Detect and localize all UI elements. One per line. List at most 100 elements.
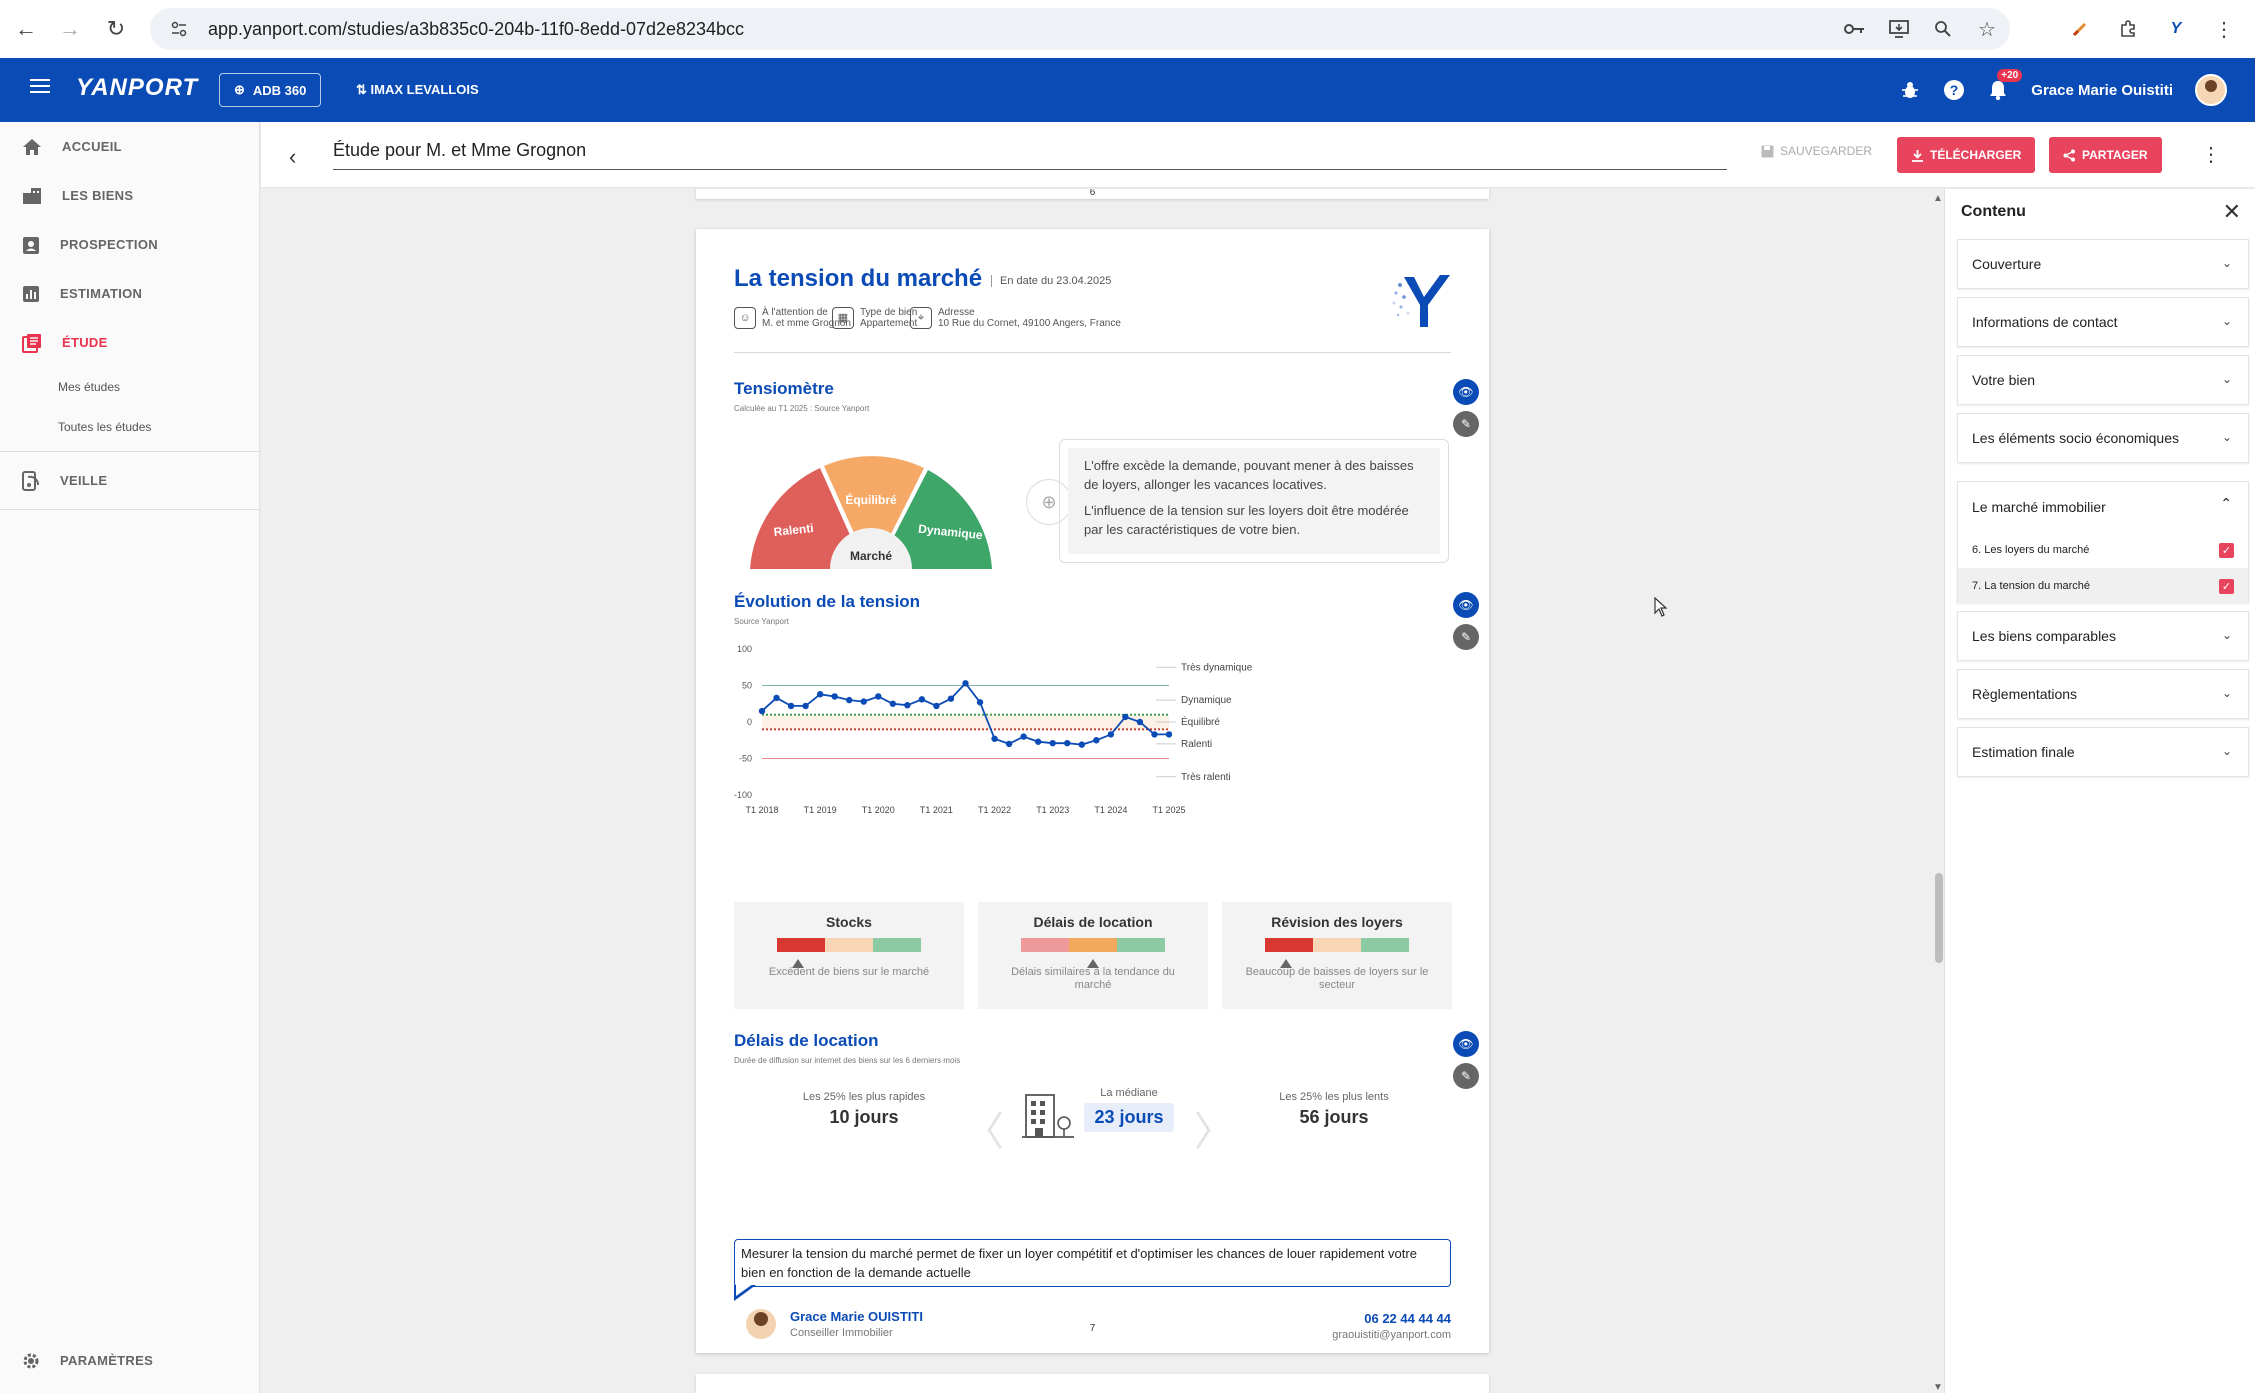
notifications-bell-icon[interactable]: +20 bbox=[1987, 69, 2023, 101]
study-titlebar: ‹ Étude pour M. et Mme Grognon SAUVEGARD… bbox=[261, 122, 2255, 188]
browser-menu-icon[interactable]: ⋮ bbox=[2213, 18, 2235, 41]
accordion-estimation-finale[interactable]: Estimation finale ⌄ bbox=[1957, 727, 2249, 777]
share-button[interactable]: PARTAGER bbox=[2049, 137, 2162, 173]
chevron-right-divider-icon: 〉 bbox=[1194, 1109, 1234, 1155]
indicator-bar bbox=[1222, 938, 1452, 952]
edit-pencil-icon[interactable]: ✎ bbox=[1453, 624, 1479, 650]
sidebar-item-estimation[interactable]: ESTIMATION bbox=[0, 269, 259, 318]
indicator-desc: Beaucoup de baisses de loyers sur le sec… bbox=[1245, 966, 1429, 991]
accordion-header[interactable]: Le marché immobilier ⌃ bbox=[1958, 482, 2248, 532]
adb360-button[interactable]: ⊕ ADB 360 bbox=[219, 73, 322, 107]
close-icon[interactable]: ✕ bbox=[2223, 199, 2241, 225]
hamburger-menu-icon[interactable] bbox=[30, 78, 50, 99]
delais-fast: Les 25% les plus rapides 10 jours bbox=[794, 1091, 934, 1128]
yanport-extension-icon[interactable]: Y bbox=[2165, 18, 2187, 40]
evolution-title: Évolution de la tension bbox=[734, 592, 921, 611]
scrollbar-thumb[interactable] bbox=[1935, 873, 1943, 963]
building-icon: ▦ bbox=[832, 307, 854, 329]
yanport-logo[interactable]: YANPORT bbox=[76, 74, 198, 102]
toggle-visibility-eye-icon[interactable]: 👁 bbox=[1453, 379, 1479, 405]
swap-icon: ⇅ bbox=[356, 82, 367, 97]
study-title-input[interactable]: Étude pour M. et Mme Grognon bbox=[333, 140, 1727, 170]
document-scrollbar[interactable]: ▲ ▼ bbox=[1933, 189, 1944, 1393]
accordion-biens-comparables[interactable]: Les biens comparables ⌄ bbox=[1957, 611, 2249, 661]
checkbox-checked[interactable]: ✓ bbox=[2219, 579, 2234, 594]
data-point bbox=[1136, 718, 1144, 726]
site-settings-icon[interactable] bbox=[168, 18, 190, 40]
subsection-tension[interactable]: 7. La tension du marché ✓ bbox=[1958, 568, 2248, 604]
subsection-loyers[interactable]: 6. Les loyers du marché ✓ bbox=[1958, 532, 2248, 568]
y-tick-label: 50 bbox=[742, 681, 752, 691]
download-button[interactable]: TÉLÉCHARGER bbox=[1897, 137, 2036, 173]
person-icon: ☺ bbox=[734, 307, 756, 329]
indicator-marker bbox=[1280, 959, 1292, 968]
sidebar-item-prospection[interactable]: PROSPECTION bbox=[0, 220, 259, 269]
data-point bbox=[787, 702, 795, 710]
more-vert-icon[interactable]: ⋮ bbox=[2201, 142, 2221, 167]
accordion-label: Le marché immobilier bbox=[1972, 499, 2106, 515]
help-icon[interactable]: ? bbox=[1943, 79, 1965, 101]
save-label: SAUVEGARDER bbox=[1780, 144, 1873, 158]
sidebar-item-parametres[interactable]: PARAMÈTRES bbox=[0, 1336, 153, 1385]
toggle-visibility-eye-icon[interactable]: 👁 bbox=[1453, 1031, 1479, 1057]
toggle-visibility-eye-icon[interactable]: 👁 bbox=[1453, 592, 1479, 618]
accordion-socio-eco[interactable]: Les éléments socio économiques ⌄ bbox=[1957, 413, 2249, 463]
data-point bbox=[991, 735, 998, 742]
bookmark-star-icon[interactable]: ☆ bbox=[1976, 18, 1998, 41]
accordion-couverture[interactable]: Couverture ⌄ bbox=[1957, 239, 2249, 289]
adb360-label: ADB 360 bbox=[252, 82, 307, 98]
zone-label: Très dynamique bbox=[1181, 662, 1253, 673]
accordion-reglementations[interactable]: Règlementations ⌄ bbox=[1957, 669, 2249, 719]
header-divider bbox=[734, 352, 1451, 353]
sidebar-item-accueil[interactable]: ACCUEIL bbox=[0, 122, 259, 171]
checkbox-checked[interactable]: ✓ bbox=[2219, 543, 2234, 558]
address-bar[interactable]: app.yanport.com/studies/a3b835c0-204b-11… bbox=[150, 8, 2010, 50]
delais-subtitle: Durée de diffusion sur internet des bien… bbox=[734, 1056, 961, 1065]
scroll-up-arrow-icon[interactable]: ▲ bbox=[1933, 193, 1943, 204]
browser-toolbar: ← → ↻ app.yanport.com/studies/a3b835c0-2… bbox=[0, 0, 2255, 58]
data-point bbox=[1165, 731, 1173, 738]
password-key-icon[interactable] bbox=[1844, 18, 1866, 40]
sidebar-subitem-mes-etudes[interactable]: Mes études bbox=[0, 367, 259, 407]
scroll-down-arrow-icon[interactable]: ▼ bbox=[1933, 1382, 1943, 1393]
mouse-cursor-icon bbox=[1654, 597, 1668, 617]
edit-pencil-icon[interactable]: ✎ bbox=[1453, 411, 1479, 437]
subsection-label: 6. Les loyers du marché bbox=[1972, 544, 2090, 556]
edit-pencil-icon[interactable]: ✎ bbox=[1453, 1063, 1479, 1089]
bug-report-icon[interactable] bbox=[1899, 79, 1921, 101]
accordion-label: Les éléments socio économiques bbox=[1972, 430, 2180, 446]
accordion-marche-immobilier[interactable]: Le marché immobilier ⌃ 6. Les loyers du … bbox=[1957, 481, 2249, 604]
accordion-votre-bien[interactable]: Votre bien ⌄ bbox=[1957, 355, 2249, 405]
sidebar-item-veille[interactable]: VEILLE bbox=[0, 456, 259, 505]
agency-selector[interactable]: ⇅ IMAX LEVALLOIS bbox=[356, 82, 479, 98]
meta-address: ⌖ Adresse 10 Rue du Cornet, 49100 Angers,… bbox=[910, 307, 1121, 329]
accordion-contact[interactable]: Informations de contact ⌄ bbox=[1957, 297, 2249, 347]
user-name[interactable]: Grace Marie Ouistiti bbox=[2031, 82, 2173, 99]
zoom-icon[interactable] bbox=[1932, 18, 1954, 40]
install-app-icon[interactable] bbox=[1888, 18, 1910, 40]
sidebar-subitem-toutes-les-etudes[interactable]: Toutes les études bbox=[0, 407, 259, 447]
sidebar-item-les-biens[interactable]: LES BIENS bbox=[0, 171, 259, 220]
data-point bbox=[1078, 741, 1085, 748]
save-button[interactable]: SAUVEGARDER bbox=[1761, 144, 1872, 158]
data-point bbox=[918, 696, 926, 703]
data-point bbox=[962, 680, 969, 687]
extensions-puzzle-icon[interactable] bbox=[2117, 18, 2139, 40]
evolution-subtitle: Source Yanport bbox=[734, 617, 789, 626]
tensiometre-title: Tensiomètre bbox=[734, 379, 834, 398]
user-avatar[interactable] bbox=[2195, 74, 2227, 106]
document-viewport[interactable]: 6 La tension du marché En date du 23.04.… bbox=[261, 189, 1944, 1393]
back-arrow-icon[interactable]: ← bbox=[6, 9, 46, 49]
download-icon bbox=[1912, 149, 1923, 162]
data-point bbox=[846, 696, 853, 704]
chevron-down-icon: ⌄ bbox=[2221, 628, 2232, 642]
url-text[interactable]: app.yanport.com/studies/a3b835c0-204b-11… bbox=[208, 19, 744, 40]
advisor-comment[interactable]: Mesurer la tension du marché permet de f… bbox=[734, 1239, 1451, 1287]
chevron-left-icon[interactable]: ‹ bbox=[289, 144, 296, 170]
forward-arrow-icon[interactable]: → bbox=[50, 9, 90, 49]
meta-value: 10 Rue du Cornet, 49100 Angers, France bbox=[938, 318, 1121, 329]
download-label: TÉLÉCHARGER bbox=[1930, 148, 2022, 162]
sidebar-item-etude[interactable]: ÉTUDE bbox=[0, 318, 259, 367]
eyedropper-extension-icon[interactable] bbox=[2069, 18, 2091, 40]
reload-icon[interactable]: ↻ bbox=[96, 9, 136, 49]
